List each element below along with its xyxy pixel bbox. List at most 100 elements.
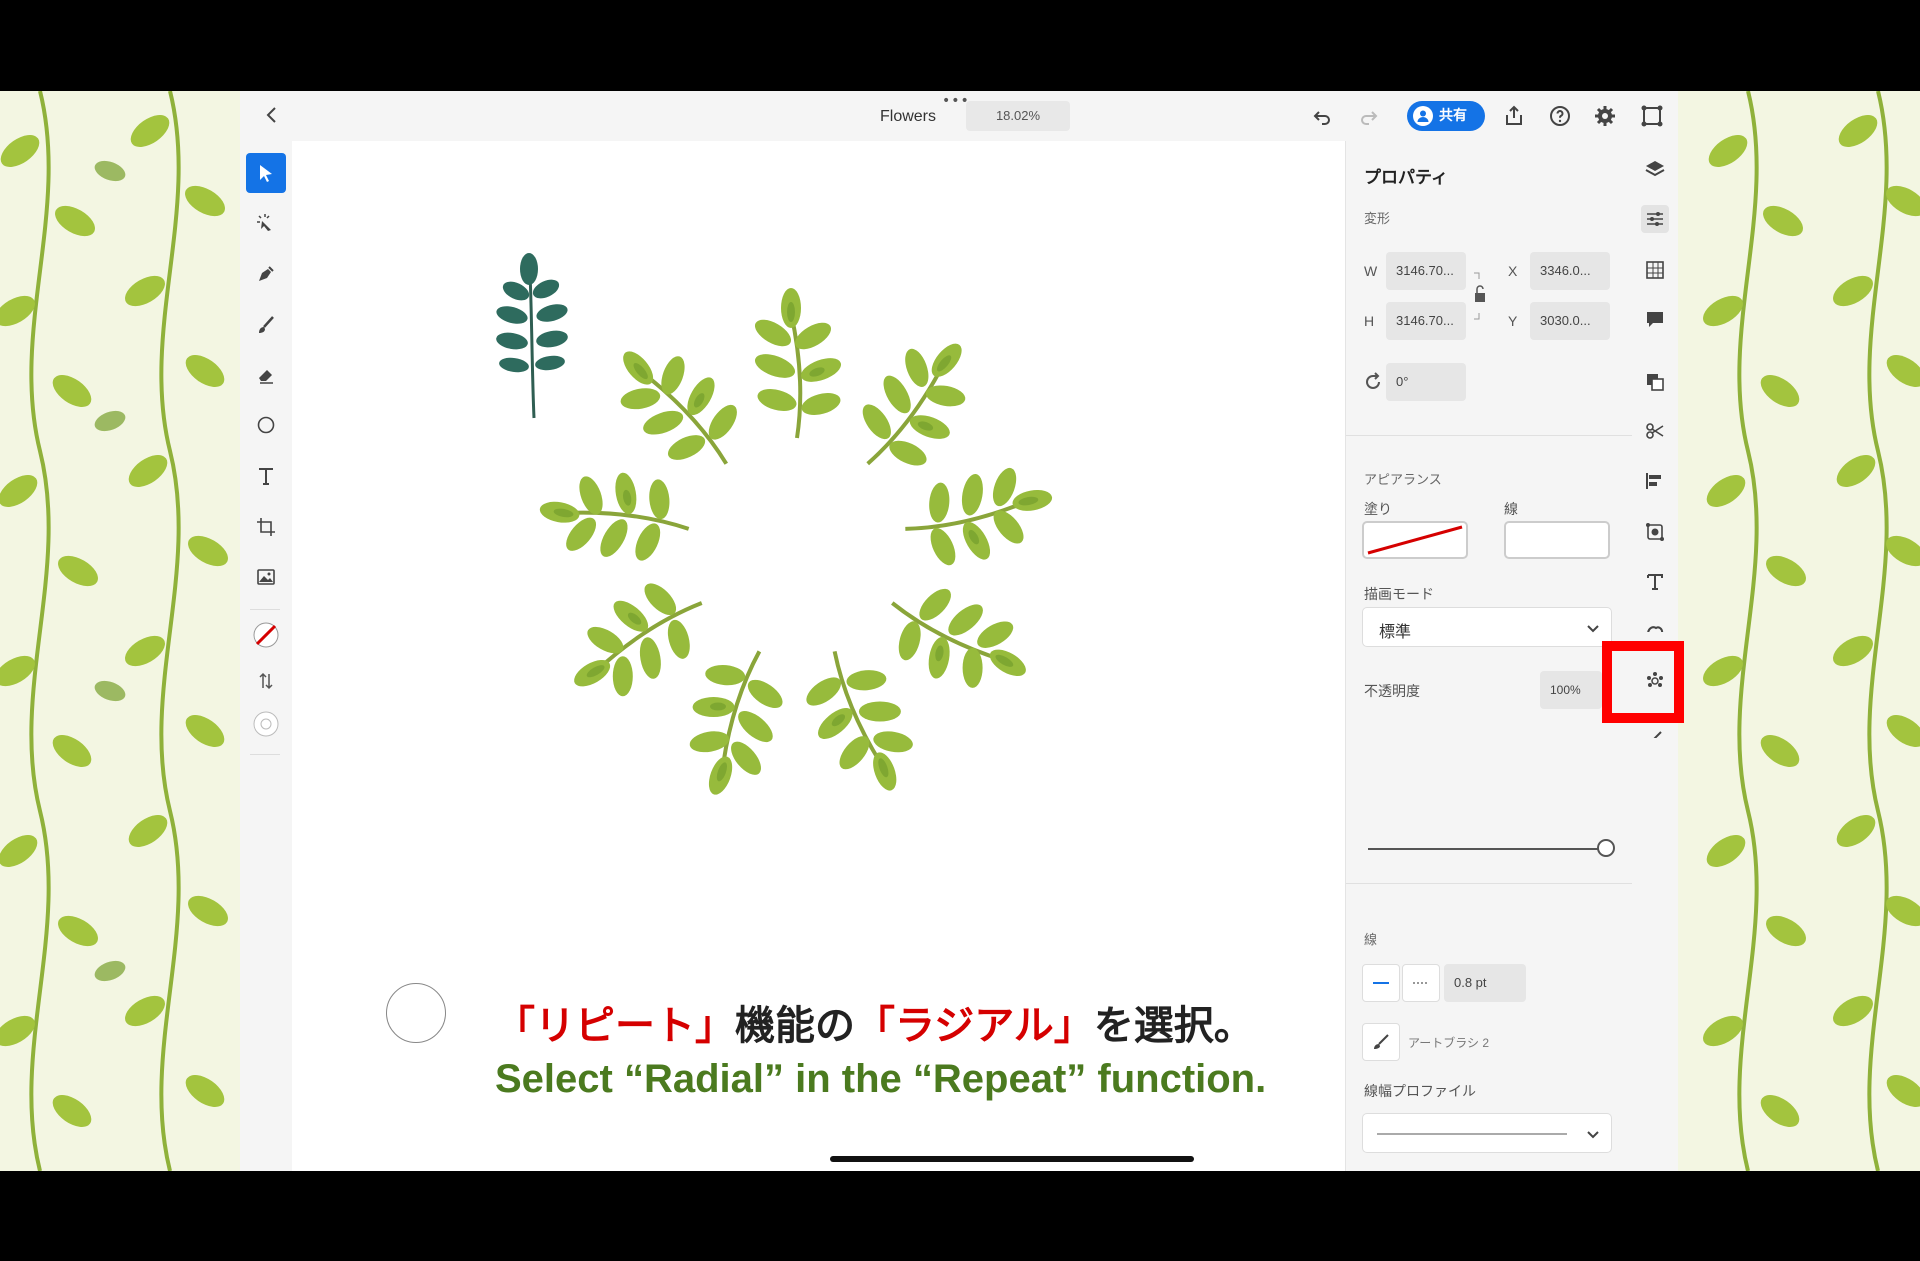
transform-section-label: 変形 [1364,211,1391,226]
arrow-pointer-icon [260,165,272,182]
link-button[interactable] [1641,724,1669,738]
blend-mode-select[interactable]: 標準 [1362,607,1612,647]
brush-icon [259,316,274,333]
stroke-label: 線 [1504,501,1518,517]
screen-frame: ••• Flowers 18.02% 共有 「リピート」機能の「ラジアル」を選択… [0,91,1920,1171]
y-label: Y [1508,313,1518,329]
app-window: ••• Flowers 18.02% 共有 「リピート」機能の「ラジアル」を選択… [240,91,1678,1171]
swap-colors[interactable] [246,661,286,701]
image-trace-button[interactable] [1641,518,1669,546]
panel-divider [1346,883,1633,884]
caption-japanese: 「リピート」機能の「ラジアル」を選択。 [495,993,1254,1051]
panel-divider [1346,435,1633,436]
lock-proportions-icon[interactable] [1470,271,1490,321]
toolbar-divider [250,754,280,755]
chevron-down-icon [1587,625,1599,633]
stroke-swatch[interactable] [1504,521,1610,559]
magic-wand-icon [257,214,271,231]
export-icon[interactable] [1502,104,1526,128]
chevron-left-icon[interactable] [260,103,284,127]
grid-button[interactable] [1641,256,1669,284]
cloud-sync-icon[interactable] [1640,104,1664,128]
layers-icon [1645,161,1665,177]
help-icon[interactable] [1548,104,1572,128]
eraser-tool[interactable] [246,355,286,395]
radial-wreath[interactable] [537,286,1057,806]
solid-stroke-button[interactable] [1362,964,1400,1002]
rotate-icon [1366,372,1380,389]
width-field[interactable]: 3146.70... [1386,252,1466,290]
rotation-field[interactable]: 0° [1386,363,1466,401]
image-trace-icon [1646,523,1664,541]
no-fill-swatch-icon [253,622,279,648]
opacity-label: 不透明度 [1364,683,1420,699]
share-label: 共有 [1439,108,1467,124]
appearance-section-label: アピアランス [1364,472,1442,487]
magic-select-tool[interactable] [246,203,286,243]
scissors-icon [1646,423,1664,439]
solid-line-icon [1373,982,1389,984]
caption-english: Select “Radial” in the “Repeat” function… [495,1057,1267,1101]
top-bar: ••• Flowers 18.02% 共有 [240,91,1678,142]
leaf-wallpaper-left [0,91,240,1171]
brush-tool[interactable] [246,305,286,345]
sliders-icon [1647,212,1663,226]
share-button[interactable]: 共有 [1407,101,1485,131]
opacity-field[interactable]: 100% [1540,671,1602,709]
x-field[interactable]: 3346.0... [1530,252,1610,290]
highlight-box [1602,641,1684,723]
comments-button[interactable] [1641,305,1669,333]
align-button[interactable] [1641,467,1669,495]
home-indicator[interactable] [830,1156,1194,1162]
layers-button[interactable] [1641,155,1669,183]
opacity-slider-track[interactable] [1368,848,1600,850]
dashed-stroke-button[interactable] [1402,964,1440,1002]
pathfinder-button[interactable] [1641,368,1669,396]
blend-mode-label: 描画モード [1364,586,1434,602]
fill-stroke-swatch[interactable] [246,615,286,655]
shape-tool[interactable] [246,405,286,445]
brush-picker-button[interactable] [1362,1023,1400,1061]
link-icon [1653,731,1662,738]
image-tool[interactable] [246,557,286,597]
swap-arrows-icon [259,672,273,690]
crop-tool[interactable] [246,507,286,547]
height-label: H [1364,313,1375,329]
properties-button[interactable] [1641,205,1669,233]
text-tool[interactable] [246,456,286,496]
opacity-slider-knob[interactable] [1597,839,1615,857]
fill-swatch[interactable] [1362,521,1468,559]
x-label: X [1508,263,1518,279]
width-label: W [1364,263,1378,279]
zoom-level[interactable]: 18.02% [966,101,1070,131]
cloud-brush-icon [1647,626,1664,632]
brush-settings-button[interactable] [1641,616,1669,632]
width-profile-select[interactable] [1362,1113,1612,1153]
artboard-canvas[interactable]: 「リピート」機能の「ラジアル」を選択。 Select “Radial” in t… [292,141,1345,1171]
height-field[interactable]: 3146.70... [1386,302,1466,340]
caption-part: を選択。 [1093,1003,1254,1049]
document-title[interactable]: Flowers [880,108,936,126]
chevron-down-icon [1587,1131,1599,1139]
touch-indicator [386,983,446,1043]
tool-bar [240,141,293,1171]
align-left-icon [1646,473,1661,489]
selection-tool[interactable] [246,153,286,193]
y-field[interactable]: 3030.0... [1530,302,1610,340]
width-profile-label: 線幅プロファイル [1364,1083,1476,1099]
redo-icon[interactable] [1357,104,1381,128]
type-button[interactable] [1641,568,1669,596]
scissors-button[interactable] [1641,417,1669,445]
grid-icon [1646,261,1664,279]
pen-tool[interactable] [246,254,286,294]
undo-icon[interactable] [1310,104,1334,128]
dashed-line-icon [1413,982,1429,984]
stroke-weight-field[interactable]: 0.8 pt [1444,964,1526,1002]
comment-icon [1647,312,1663,327]
gear-icon[interactable] [1593,104,1617,128]
properties-panel: プロパティ 変形 W 3146.70... H 3146.70... X 334… [1345,141,1633,1171]
profile-line-icon [1377,1133,1567,1135]
eraser-icon [259,370,273,384]
toolbar-divider [250,609,280,610]
color-picker[interactable] [246,704,286,744]
